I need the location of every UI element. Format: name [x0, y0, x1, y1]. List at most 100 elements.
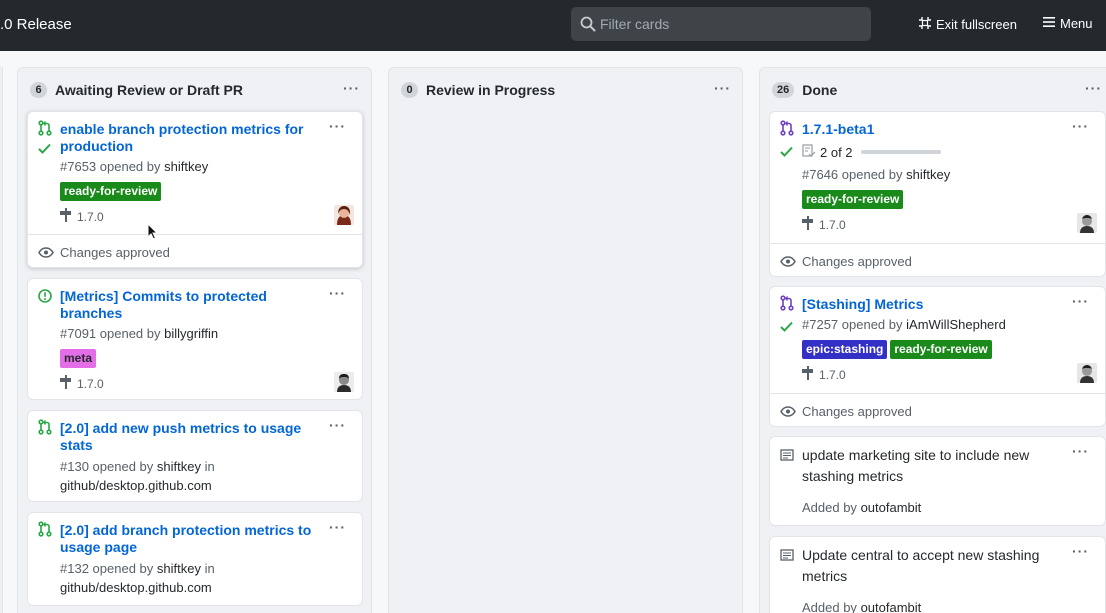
card-meta: Added by outofambit — [802, 600, 922, 613]
repo-link[interactable]: github/desktop.github.com — [60, 478, 212, 493]
issue-opened-icon — [38, 289, 52, 306]
card-meta: #7646 opened by shiftkey — [802, 167, 951, 182]
git-merge-icon — [780, 120, 794, 139]
column-menu-button[interactable]: ··· — [1085, 80, 1102, 96]
card-menu-button[interactable]: ··· — [329, 118, 346, 134]
exit-fullscreen-button[interactable]: Exit fullscreen — [918, 16, 1017, 33]
card-meta: #7091 opened by billygriffin — [60, 326, 219, 341]
author-link[interactable]: shiftkey — [164, 159, 208, 174]
column-menu-button[interactable]: ··· — [714, 80, 731, 96]
review-status: Changes approved — [802, 254, 912, 269]
column-card-count: 26 — [772, 82, 795, 98]
author-link[interactable]: shiftkey — [157, 459, 201, 474]
author-link[interactable]: shiftkey — [157, 561, 201, 576]
hamburger-icon — [1043, 16, 1056, 31]
card-pr-7646[interactable]: 1.7.1-beta1 ··· 2 of 2 #7646 opened by s… — [769, 111, 1106, 277]
filter-cards-input[interactable] — [600, 7, 862, 41]
filter-cards-search[interactable] — [571, 7, 871, 41]
check-icon — [780, 320, 793, 335]
repo-link[interactable]: github/desktop.github.com — [60, 580, 212, 595]
author-link[interactable]: outofambit — [861, 500, 922, 515]
card-title-link[interactable]: enable branch protection metrics for pro… — [60, 121, 320, 155]
git-merge-icon — [780, 295, 794, 314]
pr-number[interactable]: #132 — [60, 561, 89, 576]
card-meta: #132 opened by shiftkey in github/deskto… — [60, 561, 215, 595]
milestone-label: 1.7.0 — [77, 376, 104, 391]
milestone-icon — [60, 208, 72, 225]
avatar[interactable] — [334, 205, 354, 225]
card-title-link[interactable]: [2.0] add branch protection metrics to u… — [60, 522, 325, 556]
note-icon — [780, 549, 794, 564]
pr-number[interactable]: #7091 — [60, 326, 96, 341]
author-link[interactable]: outofambit — [861, 600, 922, 613]
task-progress-label: 2 of 2 — [820, 144, 853, 160]
label-meta[interactable]: meta — [60, 349, 97, 368]
avatar[interactable] — [1077, 363, 1097, 383]
git-pull-request-icon — [38, 521, 52, 540]
exit-fullscreen-label: Exit fullscreen — [936, 17, 1017, 32]
card-title-link[interactable]: [Stashing] Metrics — [802, 296, 1062, 313]
card-title-link[interactable]: [Metrics] Commits to protected branches — [60, 288, 310, 322]
card-milestone[interactable]: 1.7.0 — [802, 366, 846, 383]
menu-button[interactable]: Menu — [1043, 16, 1093, 31]
milestone-icon — [60, 375, 72, 392]
column-menu-button[interactable]: ··· — [343, 80, 360, 96]
card-pr-130[interactable]: [2.0] add new push metrics to usage stat… — [27, 410, 363, 502]
card-menu-button[interactable]: ··· — [329, 417, 346, 433]
label-ready-for-review[interactable]: ready-for-review — [60, 182, 162, 201]
card-pr-7257[interactable]: [Stashing] Metrics ··· #7257 opened by i… — [769, 286, 1106, 427]
label-ready-for-review[interactable]: ready-for-review — [802, 190, 904, 209]
git-pull-request-icon — [38, 120, 52, 139]
card-pr-7091[interactable]: [Metrics] Commits to protected branches … — [27, 278, 363, 400]
pr-number[interactable]: #7257 — [802, 317, 838, 332]
top-bar: .0 Release Exit fullscreen Menu — [0, 0, 1106, 51]
card-meta: #7257 opened by iAmWillShepherd — [802, 317, 1006, 332]
label-ready-for-review[interactable]: ready-for-review — [890, 340, 992, 359]
card-pr-132[interactable]: [2.0] add branch protection metrics to u… — [27, 512, 363, 606]
pr-number[interactable]: #7653 — [60, 159, 96, 174]
checklist-icon — [802, 144, 816, 160]
menu-label: Menu — [1060, 16, 1093, 31]
milestone-label: 1.7.0 — [819, 217, 846, 232]
card-menu-button[interactable]: ··· — [329, 519, 346, 535]
card-pr-7653[interactable]: enable branch protection metrics for pro… — [27, 111, 363, 268]
note-text: update marketing site to include new sta… — [802, 447, 1030, 484]
card-menu-button[interactable]: ··· — [329, 285, 346, 301]
card-title-link[interactable]: 1.7.1-beta1 — [802, 121, 1062, 138]
author-link[interactable]: billygriffin — [164, 326, 218, 341]
card-menu-button[interactable]: ··· — [1072, 543, 1089, 559]
label-epic-stashing[interactable]: epic:stashing — [802, 340, 888, 359]
pr-number[interactable]: #130 — [60, 459, 89, 474]
card-menu-button[interactable]: ··· — [1072, 293, 1089, 309]
previous-column-edge — [0, 67, 3, 613]
card-milestone[interactable]: 1.7.0 — [60, 208, 104, 225]
card-review-footer: Changes approved — [28, 234, 362, 268]
column-title: Awaiting Review or Draft PR — [55, 82, 244, 98]
card-labels: epic:stashing ready-for-review — [802, 340, 992, 359]
eye-icon — [780, 405, 796, 420]
card-menu-button[interactable]: ··· — [1072, 118, 1089, 134]
card-milestone[interactable]: 1.7.0 — [60, 375, 104, 392]
card-title-link[interactable]: [2.0] add new push metrics to usage stat… — [60, 420, 320, 454]
column-awaiting-review: 6 Awaiting Review or Draft PR ··· enable… — [17, 67, 372, 613]
column-card-count: 6 — [30, 82, 47, 98]
column-header: 0 Review in Progress — [401, 82, 555, 98]
review-status: Changes approved — [60, 245, 170, 260]
card-note-update-central[interactable]: Update central to accept new stashing me… — [769, 536, 1106, 613]
column-header: 26 Done — [772, 82, 837, 98]
card-labels: ready-for-review — [60, 182, 162, 201]
card-meta: #130 opened by shiftkey in github/deskto… — [60, 459, 215, 493]
card-meta: #7653 opened by shiftkey — [60, 159, 209, 174]
card-milestone[interactable]: 1.7.0 — [802, 216, 846, 233]
author-link[interactable]: iAmWillShepherd — [906, 317, 1006, 332]
column-done: 26 Done ··· 1.7.1-beta1 ··· 2 of 2 #7646… — [759, 67, 1106, 613]
pr-number[interactable]: #7646 — [802, 167, 838, 182]
card-note-marketing-site[interactable]: update marketing site to include new sta… — [769, 436, 1106, 526]
note-icon — [780, 449, 794, 464]
author-link[interactable]: shiftkey — [906, 167, 950, 182]
card-menu-button[interactable]: ··· — [1072, 443, 1089, 459]
avatar[interactable] — [334, 372, 354, 392]
avatar[interactable] — [1077, 213, 1097, 233]
milestone-label: 1.7.0 — [77, 209, 104, 224]
check-icon — [780, 145, 793, 160]
